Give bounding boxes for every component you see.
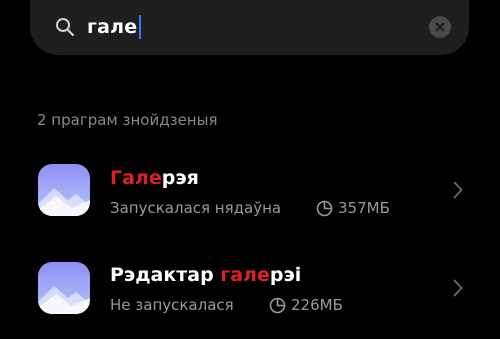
- app-name-highlight: гале: [220, 264, 270, 286]
- app-launch-status: Не запускалася: [110, 296, 234, 314]
- search-input[interactable]: гале: [87, 13, 142, 41]
- app-name-highlight: Гале: [110, 167, 162, 189]
- gallery-app-icon: [38, 164, 90, 216]
- result-item-gallery[interactable]: Галерэя Запускалася нядаўна 357МБ: [0, 150, 500, 230]
- storage-pie-icon: [316, 200, 333, 216]
- app-name: Рэдактар галерэі: [110, 264, 302, 286]
- clear-search-button[interactable]: [429, 16, 451, 38]
- result-item-gallery-editor[interactable]: Рэдактар галерэі Не запускалася 226МБ: [0, 248, 500, 328]
- app-name: Галерэя: [110, 167, 199, 189]
- search-query-text: гале: [87, 16, 138, 38]
- text-cursor: [139, 15, 142, 39]
- app-size-value: 357МБ: [338, 199, 390, 217]
- app-size: 357МБ: [316, 199, 390, 217]
- chevron-right-icon: [453, 181, 463, 199]
- app-launch-status: Запускалася нядаўна: [110, 199, 282, 217]
- search-bar[interactable]: гале: [30, 0, 469, 55]
- results-count-label: 2 праграм знойдзеныя: [37, 111, 218, 129]
- app-size: 226МБ: [269, 296, 343, 314]
- gallery-editor-app-icon: [38, 262, 90, 314]
- app-size-value: 226МБ: [291, 296, 343, 314]
- chevron-right-icon: [453, 279, 463, 297]
- storage-pie-icon: [269, 297, 286, 313]
- search-icon: [56, 18, 75, 37]
- close-icon: [435, 22, 445, 32]
